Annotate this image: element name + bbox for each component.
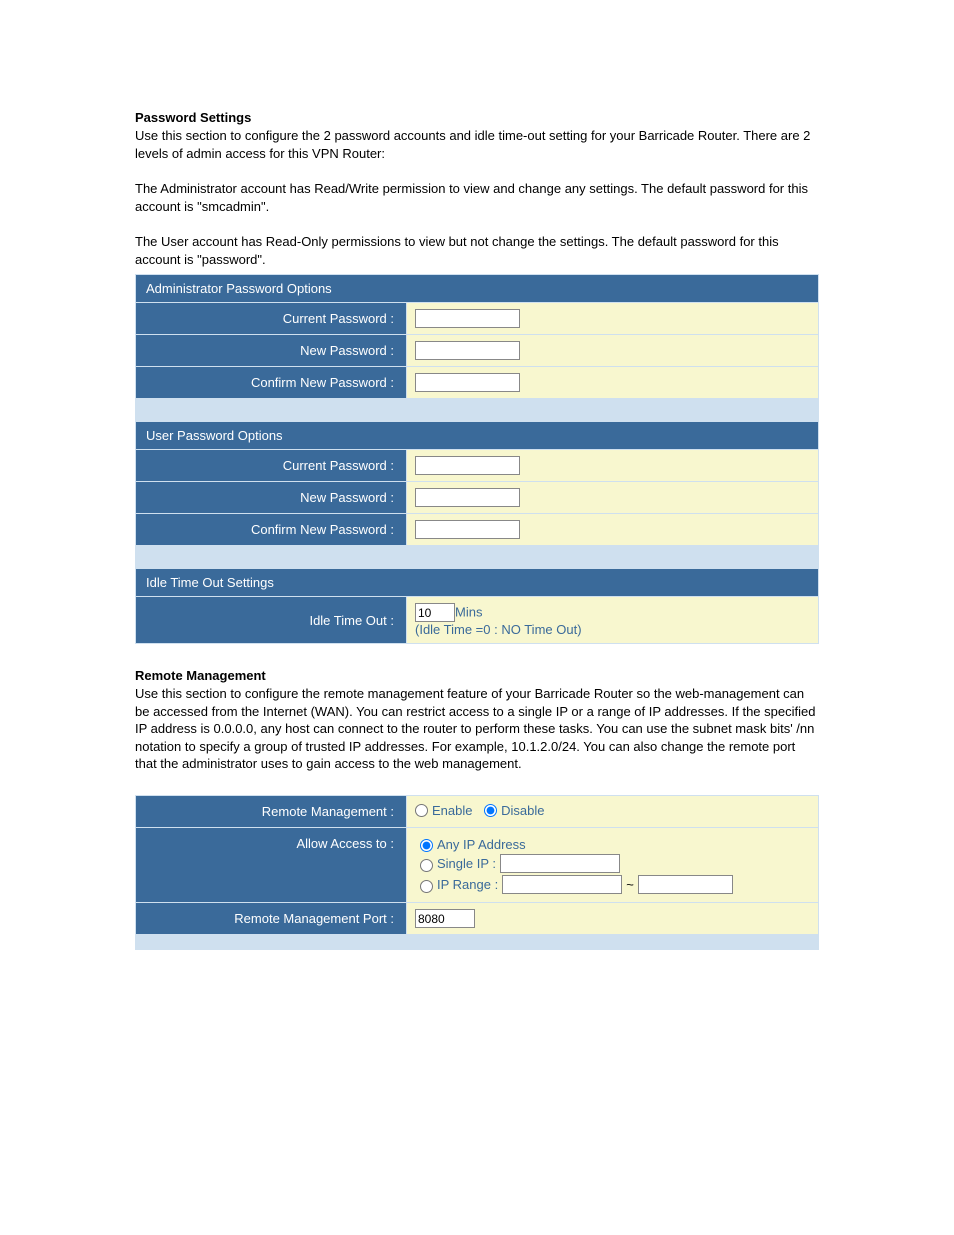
spacer <box>136 935 818 949</box>
user-current-pw-label: Current Password : <box>136 450 406 481</box>
ip-range-label: IP Range : <box>437 877 498 892</box>
remote-port-label: Remote Management Port : <box>136 903 406 934</box>
admin-current-pw-label: Current Password : <box>136 303 406 334</box>
remote-enable-radio[interactable] <box>415 804 428 817</box>
remote-disable-option[interactable]: Disable <box>484 803 544 818</box>
ip-range-option[interactable]: IP Range : ~ <box>415 875 810 894</box>
remote-mgmt-label: Remote Management : <box>136 796 406 827</box>
password-settings-heading: Password Settings <box>135 110 819 125</box>
admin-confirm-pw-label: Confirm New Password : <box>136 367 406 398</box>
any-ip-label: Any IP Address <box>437 837 526 852</box>
remote-port-input[interactable] <box>415 909 475 928</box>
idle-timeout-input[interactable] <box>415 603 455 622</box>
remote-enable-label: Enable <box>432 803 472 818</box>
admin-current-pw-input[interactable] <box>415 309 520 328</box>
allow-access-label: Allow Access to : <box>136 828 406 902</box>
remote-mgmt-intro: Use this section to configure the remote… <box>135 685 819 773</box>
idle-timeout-label: Idle Time Out : <box>136 597 406 643</box>
any-ip-option[interactable]: Any IP Address <box>415 836 810 852</box>
user-confirm-pw-label: Confirm New Password : <box>136 514 406 545</box>
admin-account-desc: The Administrator account has Read/Write… <box>135 180 819 215</box>
ip-range-start-input[interactable] <box>502 875 622 894</box>
user-account-desc: The User account has Read-Only permissio… <box>135 233 819 268</box>
single-ip-input[interactable] <box>500 854 620 873</box>
spacer <box>136 546 818 568</box>
idle-hint-text: (Idle Time =0 : NO Time Out) <box>415 622 582 637</box>
user-confirm-pw-input[interactable] <box>415 520 520 539</box>
password-intro-text: Use this section to configure the 2 pass… <box>135 127 819 162</box>
remote-mgmt-heading: Remote Management <box>135 668 819 683</box>
user-new-pw-input[interactable] <box>415 488 520 507</box>
admin-password-header: Administrator Password Options <box>136 275 818 302</box>
remote-enable-option[interactable]: Enable <box>415 803 472 818</box>
idle-unit-label: Mins <box>455 605 482 620</box>
single-ip-label: Single IP : <box>437 856 496 871</box>
ip-range-radio[interactable] <box>420 880 433 893</box>
ip-range-tilde: ~ <box>626 877 634 892</box>
any-ip-radio[interactable] <box>420 839 433 852</box>
single-ip-radio[interactable] <box>420 859 433 872</box>
remote-mgmt-table: Remote Management : Enable Disable Allow… <box>135 795 819 950</box>
user-current-pw-input[interactable] <box>415 456 520 475</box>
user-password-header: User Password Options <box>136 422 818 449</box>
admin-confirm-pw-input[interactable] <box>415 373 520 392</box>
single-ip-option[interactable]: Single IP : <box>415 854 810 873</box>
user-new-pw-label: New Password : <box>136 482 406 513</box>
remote-disable-radio[interactable] <box>484 804 497 817</box>
password-settings-table: Administrator Password Options Current P… <box>135 274 819 644</box>
ip-range-end-input[interactable] <box>638 875 733 894</box>
admin-new-pw-label: New Password : <box>136 335 406 366</box>
remote-disable-label: Disable <box>501 803 544 818</box>
idle-timeout-header: Idle Time Out Settings <box>136 569 818 596</box>
spacer <box>136 399 818 421</box>
admin-new-pw-input[interactable] <box>415 341 520 360</box>
